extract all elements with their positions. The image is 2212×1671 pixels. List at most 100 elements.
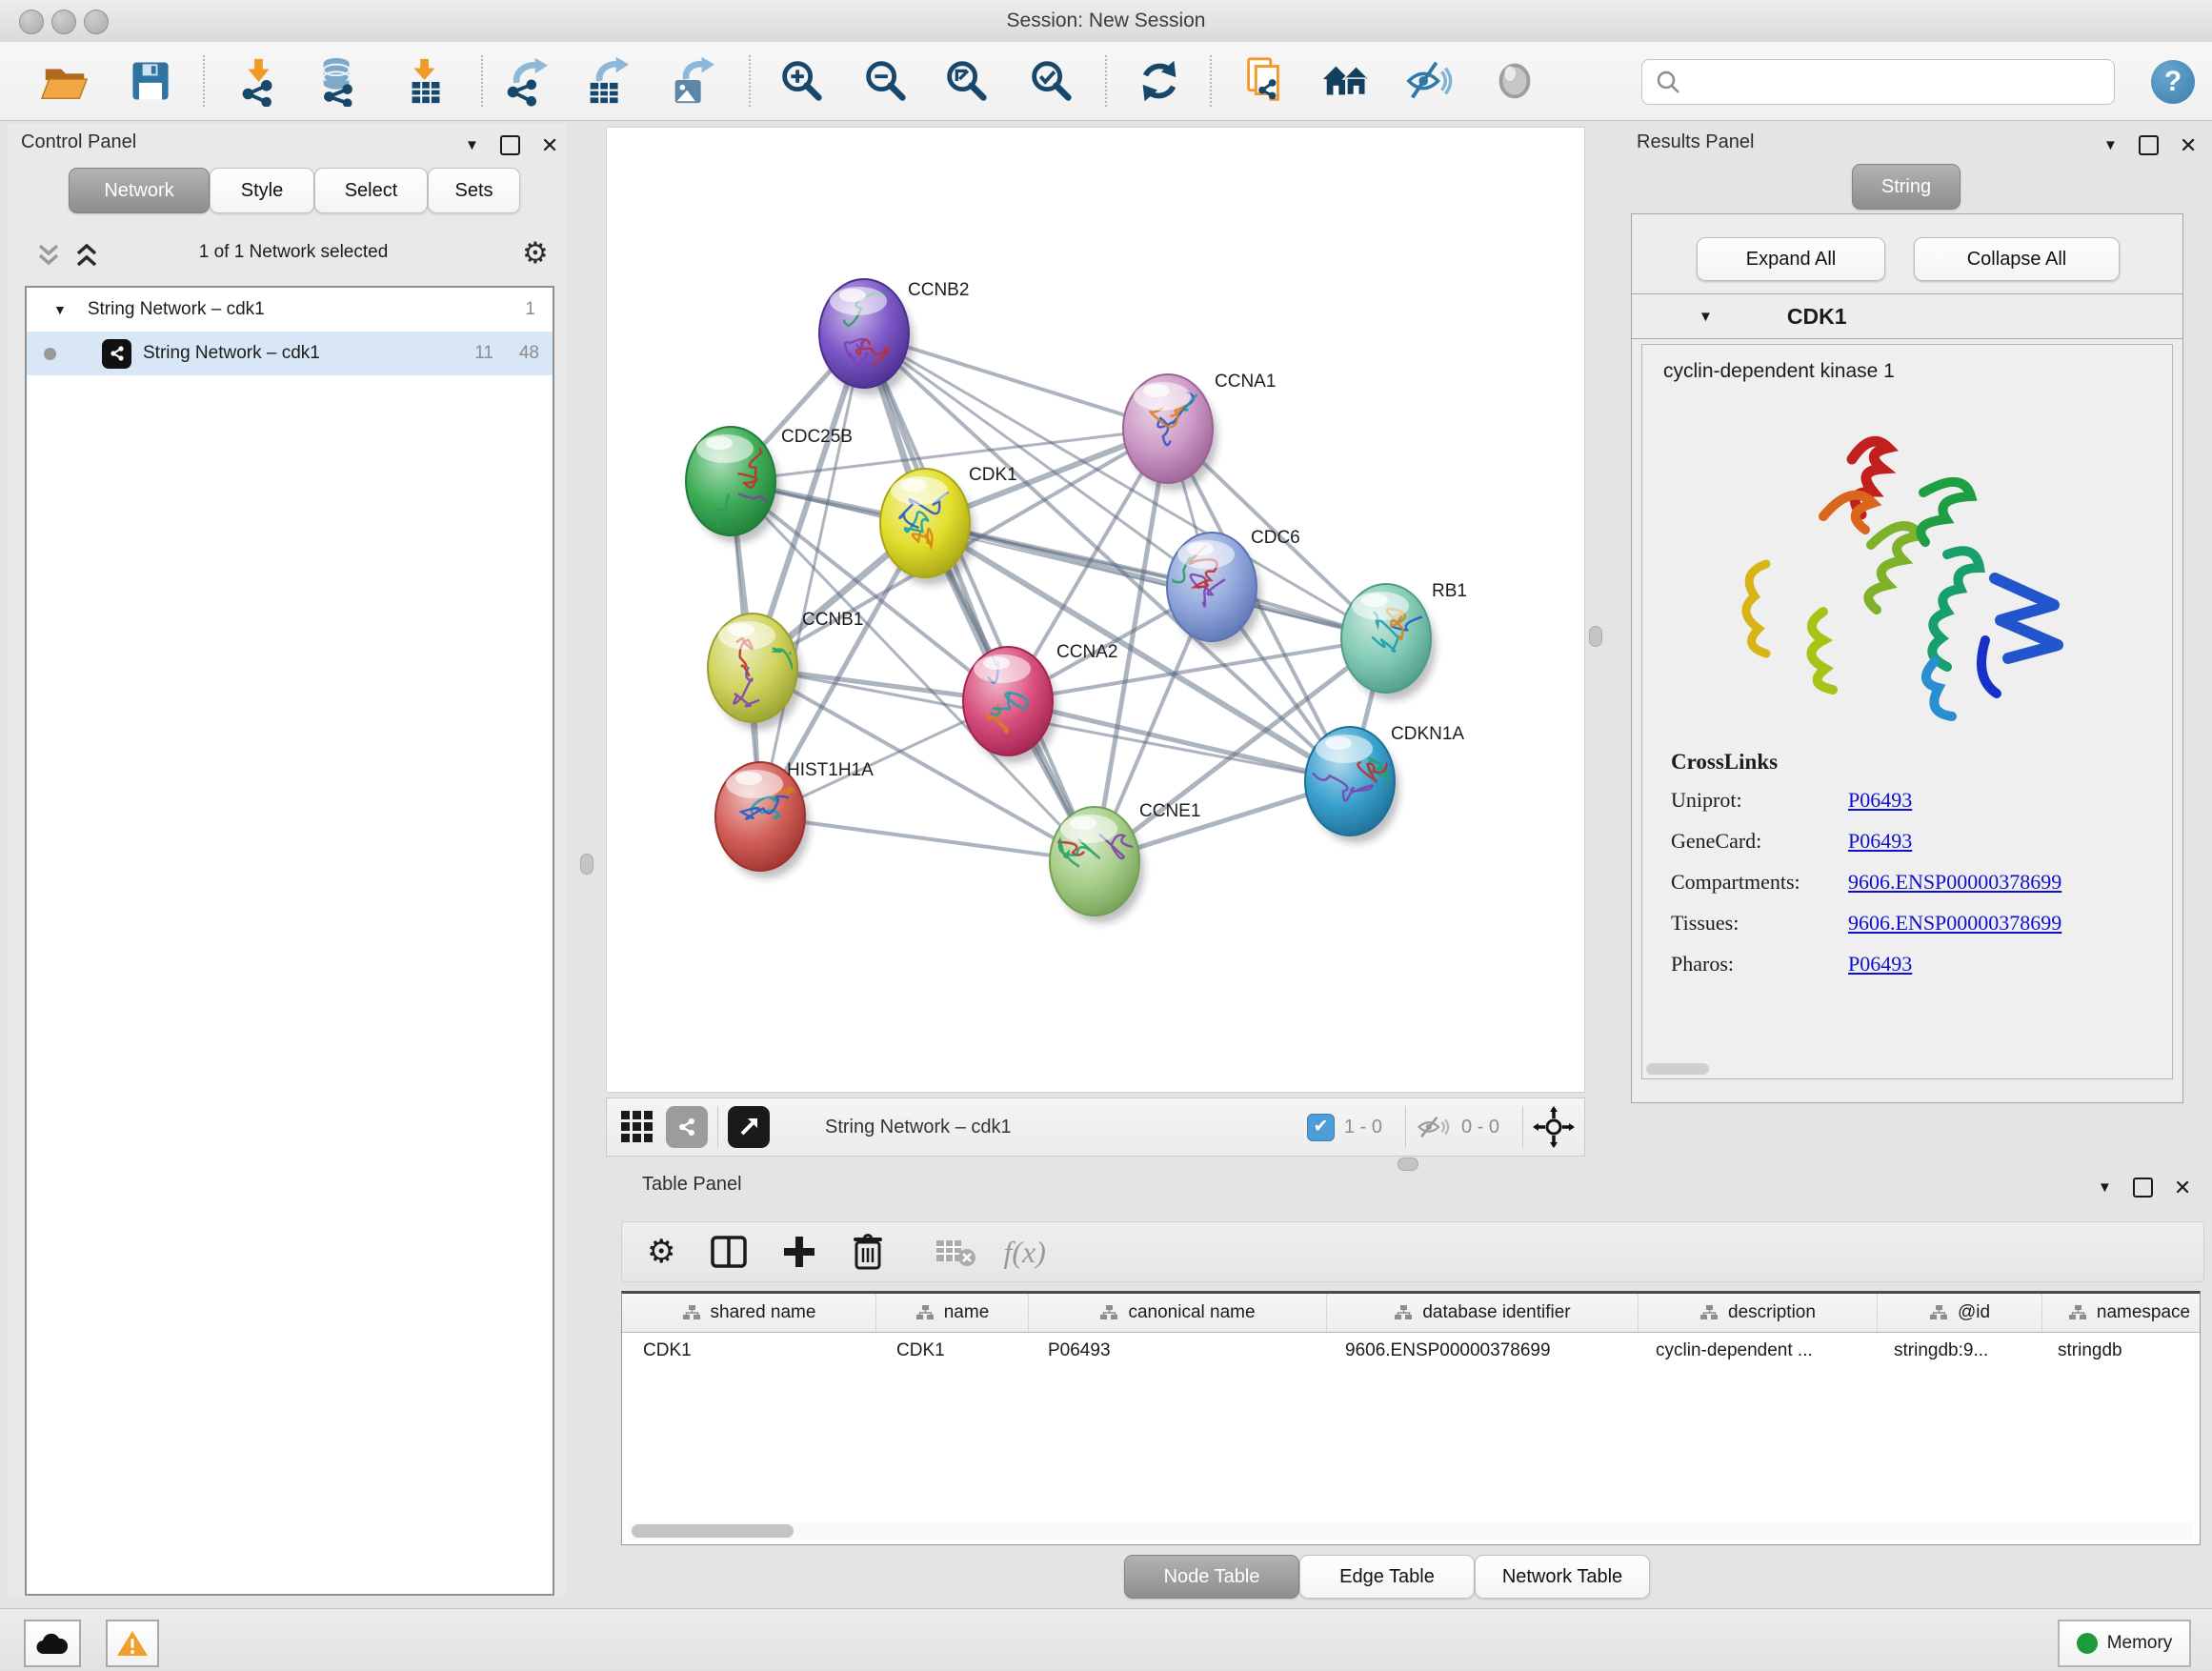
maximize-panel-icon[interactable] xyxy=(500,135,520,155)
table-toolbar: ⚙ f(x) xyxy=(621,1221,2204,1282)
import-table-button[interactable] xyxy=(397,52,454,110)
network-canvas[interactable]: CCNB2CCNA1CDC25BCDK1CDC6RB1CCNB1CCNA2CDK… xyxy=(606,127,1585,1093)
tab-style[interactable]: Style xyxy=(210,168,314,213)
share-document-button[interactable] xyxy=(1235,52,1292,110)
column-header-databaseidentifier[interactable]: database identifier xyxy=(1327,1294,1639,1332)
node-CCNB2[interactable] xyxy=(819,279,914,395)
show-all-button[interactable] xyxy=(1486,52,1543,110)
crosslink-link[interactable]: 9606.ENSP00000378699 xyxy=(1848,911,2061,936)
float-panel-icon[interactable]: ▼ xyxy=(2103,137,2118,153)
export-network-button[interactable] xyxy=(497,52,554,110)
crosslink-link[interactable]: P06493 xyxy=(1848,952,1912,976)
maximize-panel-icon[interactable] xyxy=(2139,135,2159,155)
crosslink-link[interactable]: P06493 xyxy=(1848,829,1912,854)
expand-all-chevron-icon[interactable] xyxy=(70,242,103,271)
zoom-out-button[interactable] xyxy=(856,52,914,110)
column-header-namespace[interactable]: namespace xyxy=(2042,1294,2201,1332)
column-header-canonicalname[interactable]: canonical name xyxy=(1029,1294,1327,1332)
selected-checkbox[interactable]: ✔ xyxy=(1307,1114,1335,1141)
import-network-database-button[interactable] xyxy=(310,52,367,110)
home-gallery-button[interactable] xyxy=(1317,52,1375,110)
left-splitter-handle[interactable] xyxy=(580,854,593,875)
edge-HIST1H1A-CCNE1[interactable] xyxy=(760,816,1095,861)
cell-description[interactable]: cyclin-dependent ... xyxy=(1635,1340,1873,1361)
eye-disabled-icon xyxy=(1489,55,1540,107)
section-expand-icon[interactable]: ▼ xyxy=(1699,309,1713,325)
pan-crosshair-icon[interactable] xyxy=(1533,1106,1575,1148)
node-RB1[interactable] xyxy=(1341,584,1438,700)
search-input[interactable] xyxy=(1688,62,2114,102)
zoom-in-button[interactable] xyxy=(773,52,830,110)
cell-id[interactable]: stringdb:9... xyxy=(1873,1340,2037,1361)
zoom-fit-button[interactable] xyxy=(937,52,995,110)
collection-expand-icon[interactable]: ▼ xyxy=(53,302,67,317)
cell-name[interactable]: CDK1 xyxy=(875,1340,1027,1361)
table-row[interactable]: CDK1CDK1P064939606.ENSP00000378699cyclin… xyxy=(622,1333,2200,1369)
scrollbar-thumb[interactable] xyxy=(632,1524,794,1538)
options-gear-icon[interactable]: ⚙ xyxy=(522,236,549,271)
collapse-all-chevron-icon[interactable] xyxy=(32,242,65,271)
export-image-button[interactable] xyxy=(663,52,720,110)
network-share-button[interactable] xyxy=(666,1106,708,1148)
open-session-button[interactable] xyxy=(36,52,93,110)
close-panel-icon[interactable]: ✕ xyxy=(2174,1179,2191,1196)
delete-column-icon[interactable] xyxy=(851,1233,885,1271)
import-network-button[interactable] xyxy=(230,52,287,110)
tab-sets[interactable]: Sets xyxy=(428,168,520,213)
node-CDKN1A[interactable] xyxy=(1305,727,1399,843)
cell-sharedname[interactable]: CDK1 xyxy=(622,1340,875,1361)
expand-all-button[interactable]: Expand All xyxy=(1697,237,1885,281)
float-panel-icon[interactable]: ▼ xyxy=(2098,1179,2112,1196)
tab-string[interactable]: String xyxy=(1852,164,1961,210)
tab-select[interactable]: Select xyxy=(314,168,428,213)
edge-CCNA2-CDKN1A[interactable] xyxy=(1008,701,1350,781)
column-header-id[interactable]: @id xyxy=(1878,1294,2042,1332)
warnings-button[interactable] xyxy=(106,1620,159,1667)
search-box[interactable] xyxy=(1641,59,2115,105)
right-splitter-handle[interactable] xyxy=(1589,626,1602,647)
close-panel-icon[interactable]: ✕ xyxy=(541,137,558,153)
results-scrollbar-thumb[interactable] xyxy=(1646,1063,1709,1075)
protein-section-header[interactable]: ▼ CDK1 xyxy=(1632,294,2182,339)
edge-CCNB2-CCNE1[interactable] xyxy=(864,333,1095,861)
node-table[interactable]: shared namenamecanonical namedatabase id… xyxy=(621,1291,2201,1545)
node-CDC25B[interactable] xyxy=(686,427,784,543)
node-CCNA1[interactable] xyxy=(1123,373,1222,491)
tab-network[interactable]: Network xyxy=(69,168,210,213)
cell-databaseidentifier[interactable]: 9606.ENSP00000378699 xyxy=(1324,1340,1635,1361)
add-column-icon[interactable] xyxy=(782,1235,816,1269)
cell-namespace[interactable]: stringdb xyxy=(2037,1340,2201,1361)
network-row-selected[interactable]: String Network – cdk1 11 48 xyxy=(27,332,553,375)
node-CCNE1[interactable] xyxy=(1039,807,1144,923)
crosslink-link[interactable]: 9606.ENSP00000378699 xyxy=(1848,870,2061,895)
tab-network-table[interactable]: Network Table xyxy=(1475,1555,1650,1599)
tab-edge-table[interactable]: Edge Table xyxy=(1299,1555,1475,1599)
show-columns-icon[interactable] xyxy=(710,1235,748,1269)
save-session-button[interactable] xyxy=(122,52,179,110)
column-header-name[interactable]: name xyxy=(876,1294,1029,1332)
hide-selected-button[interactable] xyxy=(1400,52,1458,110)
column-header-description[interactable]: description xyxy=(1639,1294,1878,1332)
maximize-panel-icon[interactable] xyxy=(2133,1178,2153,1198)
float-panel-icon[interactable]: ▼ xyxy=(465,137,479,153)
grid-view-button[interactable] xyxy=(616,1106,658,1148)
birds-eye-view-button[interactable] xyxy=(728,1106,770,1148)
network-graph[interactable]: CCNB2CCNA1CDC25BCDK1CDC6RB1CCNB1CCNA2CDK… xyxy=(607,128,1584,1092)
collapse-all-button[interactable]: Collapse All xyxy=(1914,237,2120,281)
cloud-status-button[interactable] xyxy=(24,1620,81,1667)
crosslink-link[interactable]: P06493 xyxy=(1848,788,1912,813)
memory-button[interactable]: Memory xyxy=(2058,1620,2191,1667)
export-table-button[interactable] xyxy=(578,52,635,110)
table-horizontal-scrollbar[interactable] xyxy=(628,1522,2194,1540)
node-CDK1[interactable] xyxy=(880,469,975,585)
node-CDC6[interactable] xyxy=(1152,533,1261,649)
column-header-sharedname[interactable]: shared name xyxy=(622,1294,876,1332)
help-button[interactable]: ? xyxy=(2151,60,2195,104)
tab-node-table[interactable]: Node Table xyxy=(1124,1555,1299,1599)
network-collection-row[interactable]: ▼ String Network – cdk1 1 xyxy=(27,288,553,332)
zoom-selected-button[interactable] xyxy=(1022,52,1079,110)
cell-canonicalname[interactable]: P06493 xyxy=(1027,1340,1324,1361)
close-panel-icon[interactable]: ✕ xyxy=(2180,137,2197,153)
refresh-network-button[interactable] xyxy=(1131,52,1188,110)
table-options-gear-icon[interactable]: ⚙ xyxy=(647,1233,675,1271)
